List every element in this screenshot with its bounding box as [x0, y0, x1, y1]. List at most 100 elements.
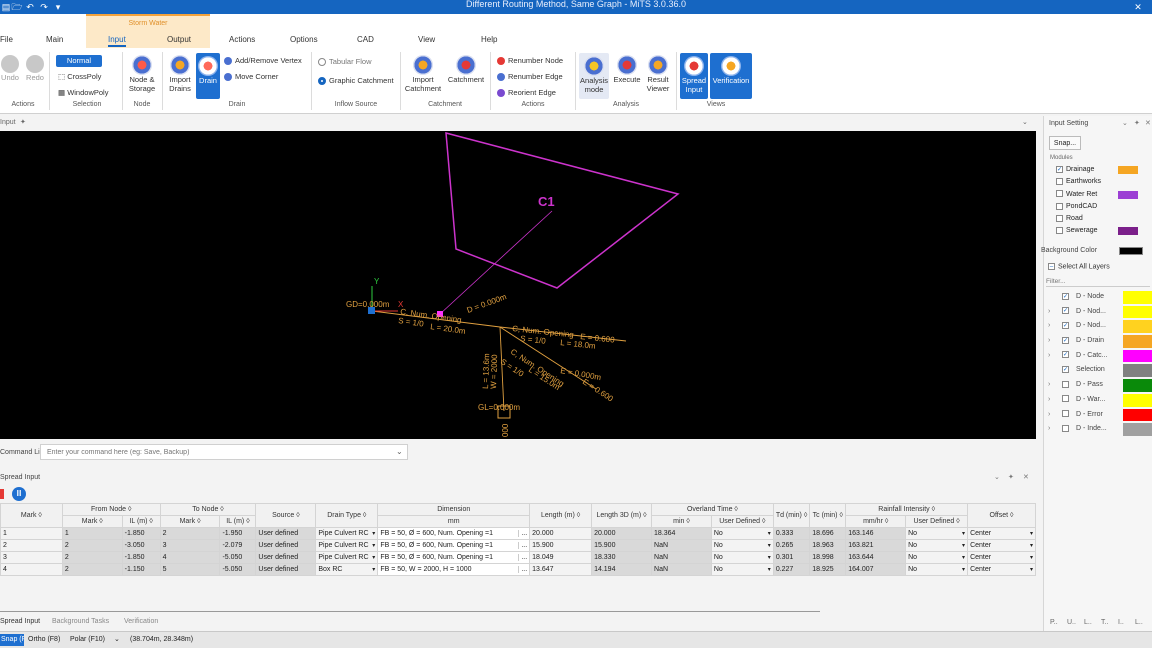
pin-icon[interactable]: ✦	[20, 118, 26, 126]
renumber-node-button[interactable]: Renumber Node	[497, 56, 563, 66]
col-td[interactable]: Td (min) ◊	[772, 503, 811, 528]
col-group-from-node[interactable]: From Node ◊	[61, 503, 161, 516]
cell-length3d[interactable]: 14.194	[591, 563, 653, 576]
module-item[interactable]: Earthworks	[1056, 176, 1152, 188]
cell-td[interactable]: 0.227	[772, 563, 811, 576]
cell-drain-type[interactable]: Pipe Culvert RC ▾	[315, 551, 379, 564]
col-tc[interactable]: Tc (min) ◊	[809, 503, 847, 528]
add-remove-vertex-button[interactable]: Add/Remove Vertex	[224, 56, 302, 66]
select-all-layers[interactable]: – Select All Layers	[1048, 263, 1110, 270]
edit-dimension-button[interactable]: ...	[518, 542, 527, 549]
tab-view[interactable]: View	[418, 35, 435, 44]
table-row[interactable]: 2 2 -3.050 3 -2.079 User defined Pipe Culvert …	[0, 539, 1036, 552]
col-ri-user[interactable]: User Defined ◊	[905, 515, 969, 528]
move-corner-button[interactable]: Move Corner	[224, 72, 278, 82]
polar-dropdown-icon[interactable]: ⌄	[114, 635, 120, 643]
cell-offset[interactable]: Center ▾	[967, 527, 1036, 540]
layer-color-swatch[interactable]	[1123, 349, 1152, 363]
tab-help[interactable]: Help	[481, 35, 497, 44]
layer-checkbox[interactable]	[1062, 410, 1069, 418]
drain-button[interactable]: Drain	[196, 53, 220, 99]
module-checkbox[interactable]	[1056, 227, 1063, 235]
cell-to-il[interactable]: -5.050	[219, 563, 257, 576]
dropdown-arrow-icon[interactable]: ▾	[962, 566, 965, 573]
dropdown-arrow-icon[interactable]: ▾	[372, 542, 375, 549]
close-icon[interactable]: ✕	[1145, 119, 1151, 127]
expand-chevron-icon[interactable]: ›	[1048, 378, 1062, 393]
module-checkbox[interactable]: ✓	[1056, 165, 1063, 173]
cell-drain-type[interactable]: Box RC ▾	[315, 563, 379, 576]
cell-length[interactable]: 20.000	[529, 527, 593, 540]
catchment-button[interactable]: Catchment	[446, 55, 486, 84]
cell-source[interactable]: User defined	[255, 527, 317, 540]
drawing-svg[interactable]: C1 GD=0.000m X Y C, Num. Opening S = 1/0…	[0, 131, 1036, 439]
cell-ot-min[interactable]: NaN	[651, 551, 712, 564]
col-from-mark[interactable]: Mark ◊	[61, 515, 123, 528]
redo-button[interactable]: Redo	[25, 55, 45, 82]
cell-drain-type[interactable]: Pipe Culvert RC ▾	[315, 539, 379, 552]
col-ri-unit[interactable]: mm/hr ◊	[845, 515, 907, 528]
graphic-catchment-radio[interactable]: Graphic Catchment	[318, 76, 394, 86]
cell-ot-min[interactable]: 18.364	[651, 527, 712, 540]
expand-chevron-icon[interactable]: ›	[1048, 422, 1062, 437]
footer-tab[interactable]: L..	[1135, 619, 1152, 626]
col-ot-min[interactable]: min ◊	[651, 515, 712, 528]
layer-item[interactable]: › D - Inde...	[1048, 422, 1152, 437]
dropdown-arrow-icon[interactable]: ▾	[372, 530, 375, 537]
command-input[interactable]	[40, 444, 408, 460]
table-row[interactable]: 1 1 -1.850 2 -1.950 User defined Pipe Culvert …	[0, 527, 1036, 540]
expand-chevron-icon[interactable]: ›	[1048, 319, 1062, 334]
dropdown-arrow-icon[interactable]: ▾	[768, 554, 771, 561]
cell-ri[interactable]: 164.007	[845, 563, 907, 576]
footer-tab[interactable]: P..	[1050, 619, 1067, 626]
cell-ri-user[interactable]: No ▾	[905, 539, 969, 552]
cell-to-mark[interactable]: 5	[159, 563, 221, 576]
polar-toggle[interactable]: Polar (F10)	[70, 636, 105, 643]
layer-color-swatch[interactable]	[1123, 291, 1152, 304]
dropdown-arrow-icon[interactable]: ▾	[1030, 542, 1033, 549]
tabular-flow-radio[interactable]: Tabular Flow	[318, 57, 372, 67]
cell-from-il[interactable]: -1.850	[121, 527, 161, 540]
verification-button[interactable]: Verification	[710, 53, 752, 99]
layer-color-swatch[interactable]	[1123, 393, 1152, 407]
edit-dimension-button[interactable]: ...	[518, 530, 527, 537]
module-item[interactable]: ✓ Drainage	[1056, 164, 1152, 176]
cell-dimension[interactable]: FB = 50, W = 2000, H = 1000...	[377, 563, 531, 576]
col-group-to-node[interactable]: To Node ◊	[159, 503, 257, 516]
cell-dimension[interactable]: FB = 50, Ø = 600, Num. Opening =1...	[377, 551, 531, 564]
cell-from-mark[interactable]: 1	[61, 527, 123, 540]
module-item[interactable]: Water Ret	[1056, 189, 1152, 201]
layer-item[interactable]: › ✓ D - Nod...	[1048, 319, 1152, 334]
tab-file[interactable]: File	[0, 35, 13, 44]
layer-checkbox[interactable]: ✓	[1062, 336, 1069, 344]
layer-checkbox[interactable]: ✓	[1062, 351, 1069, 359]
col-from-il[interactable]: IL (m) ◊	[121, 515, 161, 528]
expand-chevron-icon[interactable]: ›	[1048, 408, 1062, 423]
module-item[interactable]: Sewerage	[1056, 225, 1152, 237]
cell-offset[interactable]: Center ▾	[967, 539, 1036, 552]
module-checkbox[interactable]	[1056, 190, 1063, 198]
cell-offset[interactable]: Center ▾	[967, 551, 1036, 564]
result-viewer-button[interactable]: Result Viewer	[643, 55, 673, 93]
cell-ot-min[interactable]: NaN	[651, 539, 712, 552]
layer-checkbox[interactable]: ✓	[1062, 322, 1069, 330]
cell-ri-user[interactable]: No ▾	[905, 551, 969, 564]
module-color-swatch[interactable]	[1118, 166, 1138, 174]
col-to-mark[interactable]: Mark ◊	[159, 515, 221, 528]
footer-tab[interactable]: T..	[1101, 619, 1118, 626]
cell-offset[interactable]: Center ▾	[967, 563, 1036, 576]
layer-color-swatch[interactable]	[1123, 408, 1152, 422]
footer-tab[interactable]: U..	[1067, 619, 1084, 626]
panel-dropdown-icon[interactable]: ⌄	[994, 473, 1000, 481]
cell-dimension[interactable]: FB = 50, Ø = 600, Num. Opening =1...	[377, 527, 531, 540]
col-group-overland-time[interactable]: Overland Time ◊	[651, 503, 774, 516]
cell-length3d[interactable]: 18.330	[591, 551, 653, 564]
horizontal-scrollbar[interactable]	[0, 611, 820, 612]
dropdown-arrow-icon[interactable]: ▾	[768, 542, 771, 549]
cell-length[interactable]: 18.049	[529, 551, 593, 564]
renumber-edge-button[interactable]: Renumber Edge	[497, 72, 563, 82]
layer-color-swatch[interactable]	[1123, 423, 1152, 436]
cell-to-mark[interactable]: 3	[159, 539, 221, 552]
layer-checkbox[interactable]	[1062, 424, 1069, 432]
cell-ot-user[interactable]: No ▾	[710, 539, 774, 552]
